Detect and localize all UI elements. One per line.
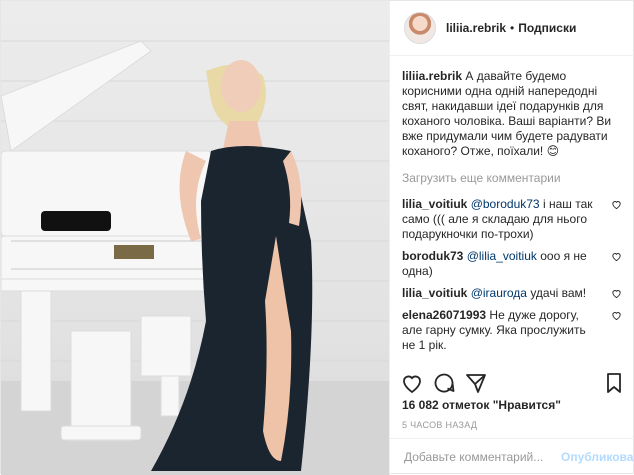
post-timestamp[interactable]: 5 ЧАСОВ НАЗАД bbox=[402, 420, 477, 430]
comment-mention[interactable]: @boroduk73 bbox=[471, 197, 540, 211]
comment-mention[interactable]: @lilia_voitiuk bbox=[467, 249, 537, 263]
comment-username[interactable]: elena26071993 bbox=[402, 308, 486, 322]
separator-dot: • bbox=[510, 21, 515, 35]
comment-username[interactable]: lilia_voitiuk bbox=[402, 197, 467, 211]
photo-illustration bbox=[1, 40, 389, 475]
comment-input[interactable] bbox=[402, 449, 561, 465]
post-side-panel: liliia.rebrik • Подписки liliia.rebrik А… bbox=[389, 1, 634, 475]
comment-username[interactable]: boroduk73 bbox=[402, 249, 463, 263]
like-comment-heart-icon[interactable] bbox=[611, 310, 622, 321]
instagram-post: liliia.rebrik • Подписки liliia.rebrik А… bbox=[0, 0, 634, 475]
follow-status-button[interactable]: Подписки bbox=[518, 21, 576, 35]
comment-item: elena26071993 Не дуже дорогу, але гарну … bbox=[402, 308, 622, 353]
likes-count[interactable]: 16 082 отметок "Нравится" bbox=[402, 398, 561, 412]
post-header: liliia.rebrik • Подписки bbox=[390, 1, 634, 56]
avatar[interactable] bbox=[404, 12, 436, 44]
caption-username[interactable]: liliia.rebrik bbox=[402, 69, 462, 83]
post-caption: liliia.rebrik А давайте будемо корисними… bbox=[402, 69, 622, 159]
like-heart-icon[interactable] bbox=[400, 371, 424, 395]
comment-item: boroduk73 @lilia_voitiuk ооо я не одна) bbox=[402, 249, 622, 279]
like-comment-heart-icon[interactable] bbox=[611, 251, 622, 262]
load-more-comments-link[interactable]: Загрузить еще комментарии bbox=[402, 171, 622, 185]
share-icon[interactable] bbox=[464, 371, 488, 395]
comment-text: удачі вам! bbox=[526, 286, 587, 300]
comment-item: lilia_voitiuk @iraurода удачі вам! bbox=[402, 286, 622, 301]
comment-username[interactable]: lilia_voitiuk bbox=[402, 286, 467, 300]
comment-mention[interactable]: @iraurода bbox=[471, 286, 527, 300]
comment-item: lilia_voitiuk @boroduk73 і наш так само … bbox=[402, 197, 622, 242]
publish-comment-button[interactable]: Опубликовать bbox=[561, 450, 634, 464]
author-username[interactable]: liliia.rebrik bbox=[446, 21, 506, 35]
like-comment-heart-icon[interactable] bbox=[611, 199, 622, 210]
caption-emoji: 😊 bbox=[546, 144, 560, 158]
comment-bubble-icon[interactable] bbox=[432, 371, 456, 395]
comments-list[interactable]: liliia.rebrik А давайте будемо корисними… bbox=[390, 57, 634, 357]
post-photo[interactable] bbox=[1, 1, 389, 475]
bookmark-icon[interactable] bbox=[602, 371, 626, 395]
post-actions-bar bbox=[390, 367, 634, 397]
like-comment-heart-icon[interactable] bbox=[611, 288, 622, 299]
add-comment-bar: Опубликовать bbox=[390, 438, 634, 475]
